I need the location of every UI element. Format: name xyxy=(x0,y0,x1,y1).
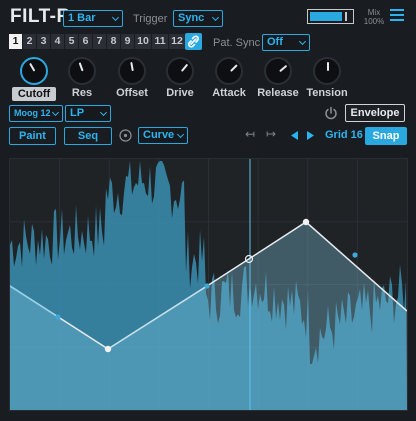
step-3-button[interactable]: 3 xyxy=(37,34,50,49)
arrow-right-icon[interactable] xyxy=(306,131,314,140)
curve-handle[interactable] xyxy=(352,252,358,258)
mix-label: Mix xyxy=(367,8,381,17)
link-button[interactable] xyxy=(185,33,202,50)
trigger-label: Trigger xyxy=(133,13,168,25)
tension-knob[interactable] xyxy=(313,57,341,85)
redo-icon[interactable]: ↦ xyxy=(266,127,276,141)
envelope-node[interactable] xyxy=(104,345,112,353)
trigger-dropdown[interactable]: Sync xyxy=(173,10,223,27)
step-10-button[interactable]: 10 xyxy=(135,34,151,49)
curve-dropdown[interactable]: Curve xyxy=(138,127,188,144)
mix-slider-fill xyxy=(310,12,342,21)
envelope-button[interactable]: Envelope xyxy=(345,104,405,122)
arrow-left-icon[interactable] xyxy=(291,131,299,140)
mix-slider-handle[interactable] xyxy=(345,12,347,21)
mix-value: 100% xyxy=(363,17,385,26)
res-knob[interactable] xyxy=(68,57,96,85)
step-1-button[interactable]: 1 xyxy=(9,34,22,49)
filter-type-dropdown[interactable]: LP xyxy=(65,105,111,122)
step-4-button[interactable]: 4 xyxy=(51,34,64,49)
step-5-button[interactable]: 5 xyxy=(65,34,78,49)
curve-handle[interactable] xyxy=(55,314,61,320)
step-2-button[interactable]: 2 xyxy=(23,34,36,49)
length-dropdown[interactable]: 1 Bar xyxy=(63,10,123,27)
paint-button[interactable]: Paint xyxy=(9,127,56,145)
pattern-steps: 1 2 3 4 5 6 7 8 9 10 11 12 xyxy=(9,34,186,49)
attack-knob[interactable] xyxy=(215,57,243,85)
circle-icon[interactable] xyxy=(119,129,132,142)
undo-icon[interactable]: ↤ xyxy=(245,127,255,141)
mix-slider[interactable] xyxy=(307,9,354,24)
step-6-button[interactable]: 6 xyxy=(79,34,92,49)
cutoff-knob[interactable] xyxy=(20,57,48,85)
envelope-node[interactable] xyxy=(302,218,310,226)
step-7-button[interactable]: 7 xyxy=(93,34,106,49)
step-12-button[interactable]: 12 xyxy=(169,34,185,49)
menu-icon[interactable] xyxy=(390,9,404,22)
pat-sync-dropdown[interactable]: Off xyxy=(262,34,310,51)
link-icon xyxy=(188,35,199,48)
snap-button[interactable]: Snap xyxy=(365,127,407,145)
curve-handle[interactable] xyxy=(204,283,210,289)
envelope-graph[interactable] xyxy=(9,158,408,411)
pat-sync-label: Pat. Sync xyxy=(213,37,261,49)
offset-knob[interactable] xyxy=(118,57,146,85)
filter-model-dropdown[interactable]: Moog 12 xyxy=(9,105,63,122)
power-icon[interactable] xyxy=(324,106,338,120)
tension-label: Tension xyxy=(306,87,348,99)
drive-knob[interactable] xyxy=(166,57,194,85)
step-11-button[interactable]: 11 xyxy=(152,34,168,49)
grid-label[interactable]: Grid 16 xyxy=(325,129,363,141)
seq-button[interactable]: Seq xyxy=(64,127,112,145)
step-9-button[interactable]: 9 xyxy=(121,34,134,49)
step-8-button[interactable]: 8 xyxy=(107,34,120,49)
plugin-title: FILT-R xyxy=(10,6,71,27)
release-knob[interactable] xyxy=(264,57,292,85)
cutoff-label: Cutoff xyxy=(12,87,56,101)
graph-canvas[interactable] xyxy=(10,159,407,410)
